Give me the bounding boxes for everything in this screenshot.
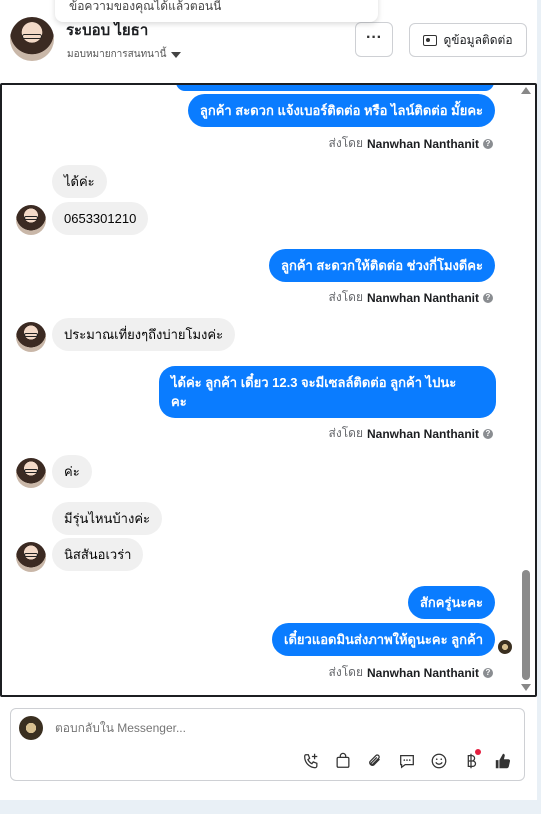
sent-by-prefix: ส่งโดย bbox=[328, 290, 363, 304]
message-line: คะ bbox=[171, 394, 187, 409]
message-bubble-outgoing[interactable]: เดี๋ยวแอดมินส่งภาพให้ดูนะคะ ลูกค้า bbox=[272, 623, 495, 656]
contact-avatar-small bbox=[16, 322, 46, 352]
composer-toolbar bbox=[301, 749, 513, 771]
bag-icon[interactable] bbox=[333, 751, 353, 771]
contact-card-icon bbox=[423, 34, 438, 46]
message-bubble-outgoing[interactable]: ลูกค้า สะดวกให้ติดต่อ ช่วงกี่โมงดีคะ bbox=[268, 249, 495, 282]
message-bubble-outgoing[interactable]: ลูกค้า สะดวก แจ้งเบอร์ติดต่อ หรือ ไลน์ติ… bbox=[187, 94, 495, 127]
scroll-down-arrow-icon[interactable] bbox=[521, 684, 531, 691]
inbox-panel: ระบอบ ไยธา มอบหมายการสนทนานี้ ··· ดูข้อม… bbox=[0, 0, 537, 800]
contact-avatar-small bbox=[16, 205, 46, 235]
message-bubble-incoming[interactable]: มีรุ่นไหนบ้างค่ะ bbox=[52, 502, 163, 535]
help-icon[interactable]: ? bbox=[483, 667, 493, 678]
toast-text: ข้อความของคุณได้แล้วตอนนี้ bbox=[69, 0, 222, 13]
reply-composer bbox=[10, 708, 525, 781]
sent-by-label: ส่งโดย Nanwhan Nanthanit ? bbox=[329, 663, 493, 682]
assign-conversation-dropdown[interactable]: มอบหมายการสนทนานี้ bbox=[67, 47, 182, 62]
sent-by-name: Nanwhan Nanthanit bbox=[366, 426, 479, 441]
sent-by-name: Nanwhan Nanthanit bbox=[366, 136, 479, 151]
help-icon[interactable]: ? bbox=[483, 292, 493, 303]
help-icon[interactable]: ? bbox=[483, 428, 493, 439]
message-bubble-cut bbox=[176, 85, 494, 91]
paperclip-icon[interactable] bbox=[365, 751, 385, 771]
contact-avatar[interactable] bbox=[10, 17, 54, 61]
message-bubble-incoming[interactable]: 0653301210 bbox=[52, 202, 149, 235]
sent-by-label: ส่งโดย Nanwhan Nanthanit ? bbox=[329, 288, 493, 307]
help-icon[interactable]: ? bbox=[483, 138, 493, 149]
contact-avatar-small bbox=[16, 458, 46, 488]
message-line: ได้ค่ะ ลูกค้า เดี๋ยว 12.3 จะมีเซลล์ติดต่… bbox=[171, 375, 457, 390]
view-contact-button[interactable]: ดูข้อมูลติดต่อ bbox=[409, 23, 527, 57]
chat-icon[interactable] bbox=[397, 751, 417, 771]
sent-by-label: ส่งโดย Nanwhan Nanthanit ? bbox=[329, 134, 493, 153]
sent-by-prefix: ส่งโดย bbox=[328, 136, 363, 150]
message-bubble-outgoing[interactable]: สักครู่นะคะ bbox=[407, 586, 495, 619]
sent-by-name: Nanwhan Nanthanit bbox=[366, 290, 479, 305]
notification-dot bbox=[475, 749, 481, 755]
message-bubble-incoming[interactable]: ประมาณเที่ยงๆถึงบ่ายโมงค่ะ bbox=[52, 318, 236, 351]
emoji-icon[interactable] bbox=[429, 751, 449, 771]
scrollbar-thumb[interactable] bbox=[522, 570, 530, 680]
message-bubble-incoming[interactable]: นิสสันอเวร่า bbox=[52, 538, 144, 571]
message-bubble-outgoing[interactable]: ได้ค่ะ ลูกค้า เดี๋ยว 12.3 จะมีเซลล์ติดต่… bbox=[159, 366, 496, 418]
assign-label: มอบหมายการสนทนานี้ bbox=[67, 49, 167, 60]
scrollbar[interactable] bbox=[521, 85, 533, 695]
more-options-button[interactable]: ··· bbox=[355, 22, 393, 57]
message-bubble-incoming[interactable]: ได้ค่ะ bbox=[52, 165, 107, 198]
reply-input[interactable] bbox=[55, 721, 355, 735]
seen-avatar-icon bbox=[498, 640, 512, 654]
page-avatar bbox=[19, 716, 43, 740]
sent-by-prefix: ส่งโดย bbox=[328, 426, 363, 440]
phone-add-icon[interactable] bbox=[301, 751, 321, 771]
scroll-up-arrow-icon[interactable] bbox=[521, 87, 531, 94]
sent-by-label: ส่งโดย Nanwhan Nanthanit ? bbox=[329, 424, 493, 443]
baht-icon[interactable] bbox=[461, 749, 481, 771]
message-thread[interactable]: ลูกค้า สะดวก แจ้งเบอร์ติดต่อ หรือ ไลน์ติ… bbox=[0, 83, 537, 697]
sent-by-name: Nanwhan Nanthanit bbox=[366, 665, 479, 680]
caret-down-icon bbox=[171, 51, 182, 58]
message-bubble-incoming[interactable]: ค่ะ bbox=[52, 455, 92, 488]
thumbs-up-icon[interactable] bbox=[493, 751, 513, 771]
view-contact-label: ดูข้อมูลติดต่อ bbox=[443, 32, 513, 47]
contact-avatar-small bbox=[16, 542, 46, 572]
sent-by-prefix: ส่งโดย bbox=[328, 665, 363, 679]
notification-toast: ข้อความของคุณได้แล้วตอนนี้ bbox=[55, 0, 378, 22]
